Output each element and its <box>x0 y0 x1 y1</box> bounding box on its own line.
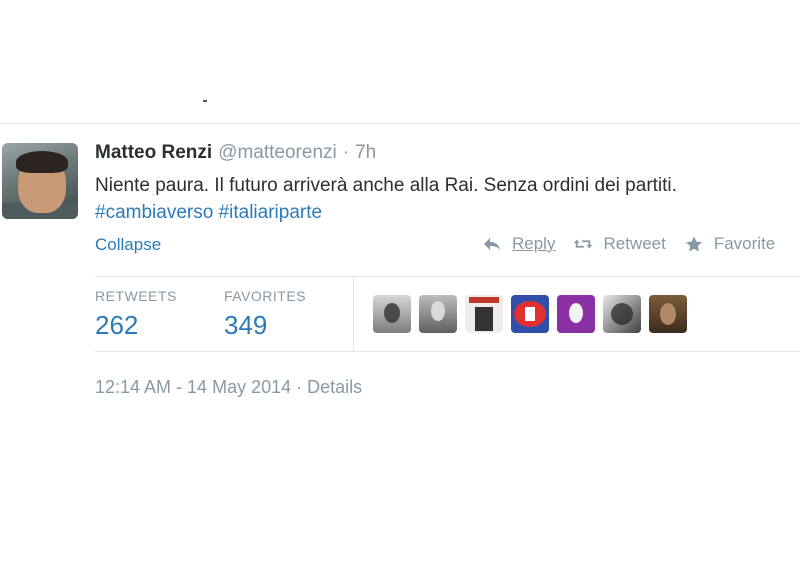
top-divider <box>0 123 800 124</box>
favoriter-avatar-egg[interactable] <box>557 295 595 333</box>
favorite-button[interactable]: Favorite <box>684 234 775 254</box>
favoriter-avatar[interactable] <box>649 295 687 333</box>
dot-mark <box>203 100 207 102</box>
retweets-count: 262 <box>95 310 139 340</box>
hashtag-link[interactable]: #cambiaverso <box>95 202 213 223</box>
favorites-count: 349 <box>224 310 268 340</box>
retweet-icon <box>574 239 593 249</box>
tweet-age[interactable]: 7h <box>355 142 376 163</box>
star-icon <box>685 236 702 252</box>
favorite-label: Favorite <box>713 234 776 253</box>
tweet-body: Niente paura. Il futuro arriverà anche a… <box>95 175 677 196</box>
stats-divider-bottom <box>95 351 800 352</box>
retweets-label: RETWEETS <box>95 288 177 304</box>
favorites-label: FAVORITES <box>224 288 307 304</box>
favoriter-avatars <box>373 295 695 333</box>
timestamp-text[interactable]: 12:14 AM - 14 May 2014 <box>95 377 291 397</box>
header-separator: · <box>342 142 350 163</box>
favoriter-avatar[interactable] <box>511 295 549 333</box>
author-handle[interactable]: @matteorenzi <box>218 142 337 163</box>
stats-vertical-divider <box>353 277 354 351</box>
retweets-stat[interactable]: RETWEETS 262 <box>95 288 177 341</box>
favoriter-avatar[interactable] <box>603 295 641 333</box>
footer-separator: · <box>296 377 303 397</box>
reply-icon <box>484 238 500 250</box>
tweet-header: Matteo Renzi @matteorenzi · 7h <box>95 142 376 164</box>
collapse-link[interactable]: Collapse <box>95 235 161 255</box>
reply-label: Reply <box>512 234 556 253</box>
tweet-timestamp: 12:14 AM - 14 May 2014 · Details <box>95 377 362 398</box>
tweet-actions: Reply Retweet Favorite <box>482 234 793 254</box>
retweet-button[interactable]: Retweet <box>573 234 666 254</box>
details-link[interactable]: Details <box>307 377 362 397</box>
favorites-stat[interactable]: FAVORITES 349 <box>224 288 306 341</box>
retweet-label: Retweet <box>603 234 666 253</box>
reply-button[interactable]: Reply <box>482 234 555 254</box>
favoriter-avatar[interactable] <box>465 295 503 333</box>
avatar[interactable] <box>2 143 78 219</box>
stats-divider-top <box>95 276 800 277</box>
author-name[interactable]: Matteo Renzi <box>95 142 212 163</box>
favoriter-avatar[interactable] <box>373 295 411 333</box>
hashtags: #cambiaverso #italiariparte <box>95 199 795 226</box>
favoriter-avatar[interactable] <box>419 295 457 333</box>
hashtag-link[interactable]: #italiariparte <box>219 202 323 223</box>
tweet-text: Niente paura. Il futuro arriverà anche a… <box>95 172 795 226</box>
